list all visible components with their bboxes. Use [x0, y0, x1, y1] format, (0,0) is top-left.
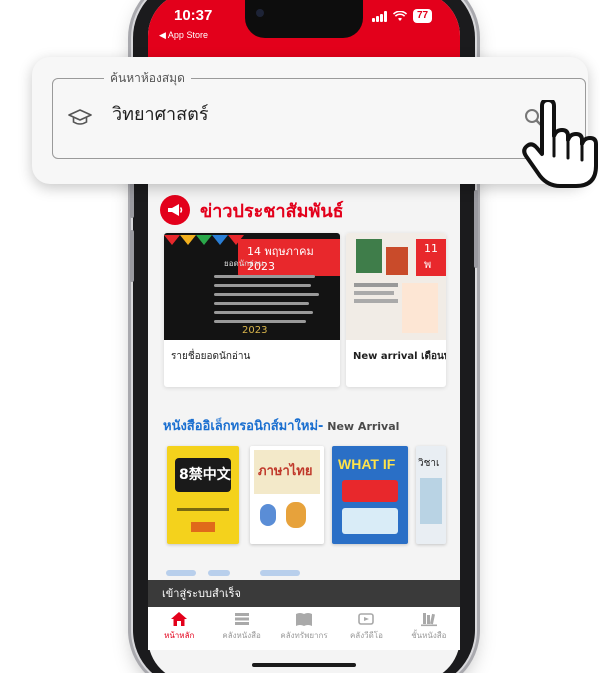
book-cover-title: 8禁中文: [179, 467, 231, 483]
date-badge: 11 พ: [416, 239, 446, 276]
book-cover[interactable]: วิชาเ: [416, 446, 446, 544]
hand-pointer-icon: [522, 100, 598, 188]
new-arrival-title-en: New Arrival: [323, 420, 400, 433]
book-thumbnail: [386, 247, 408, 275]
news-caption: New arrival เดือนพ: [353, 351, 446, 362]
signal-icon: [372, 10, 387, 22]
battery-icon: 77: [413, 9, 433, 23]
status-icons: 77: [372, 9, 433, 23]
tab-videos[interactable]: คลังวีดีโอ: [335, 607, 397, 650]
status-time: 10:37: [174, 7, 213, 24]
tab-bookshelf[interactable]: ชั้นหนังสือ: [398, 607, 460, 650]
reader-list-lines: [214, 269, 324, 329]
tab-label: คลังทรัพยากร: [280, 631, 328, 640]
megaphone-icon: [160, 195, 190, 225]
new-arrival-title: หนังสืออิเล็กทรอนิกส์มาใหม่- New Arrival: [163, 415, 399, 436]
news-caption: รายชื่อยอดนักอ่าน: [171, 351, 251, 362]
tab-label: คลังหนังสือ: [222, 631, 261, 640]
bottom-tab-bar: หน้าหลัก คลังหนังสือ คลังทรัพยากร คลังวี…: [148, 607, 460, 650]
book-cover[interactable]: WHAT IF: [332, 446, 408, 544]
news-title: ข่าวประชาสัมพันธ์: [200, 200, 344, 222]
books-icon: [234, 613, 249, 625]
book-cover-title: WHAT IF: [338, 456, 396, 472]
tab-resources[interactable]: คลังทรัพยากร: [273, 607, 335, 650]
book-cover-title: ภาษาไทย: [258, 464, 313, 479]
home-indicator: [252, 663, 356, 667]
text-line: [354, 299, 398, 303]
news-card-image: 14 พฤษภาคม 2023 ยอดนักอ่าน 2023: [164, 233, 340, 340]
text-line: [354, 291, 394, 295]
partially-hidden-section-header: [166, 570, 300, 576]
news-card[interactable]: 14 พฤษภาคม 2023 ยอดนักอ่าน 2023 รายชื่อย…: [164, 233, 340, 387]
bunting-decoration: [164, 235, 244, 245]
power-button: [474, 190, 478, 268]
search-field-label: ค้นหาห้องสมุด: [104, 72, 191, 84]
open-book-icon: [296, 613, 313, 626]
news-section-header: ข่าวประชาสัมพันธ์: [160, 195, 344, 225]
tab-book-library[interactable]: คลังหนังสือ: [210, 607, 272, 650]
wifi-icon: [393, 10, 407, 21]
text-line: [354, 283, 398, 287]
book-cover[interactable]: 8禁中文: [167, 446, 239, 544]
video-icon: [358, 613, 375, 625]
bookshelf-icon: [420, 613, 437, 627]
new-arrival-title-th: หนังสืออิเล็กทรอนิกส์มาใหม่-: [163, 419, 324, 434]
notch: [245, 0, 363, 38]
home-icon: [171, 612, 188, 626]
camera: [256, 9, 264, 17]
tab-home[interactable]: หน้าหลัก: [148, 607, 210, 650]
login-success-toast: เข้าสู่ระบบสำเร็จ: [148, 580, 460, 607]
book-thumbnail: [356, 239, 382, 273]
book-cover-title: วิชาเ: [418, 458, 440, 469]
news-card-image: 11 พ: [346, 233, 446, 340]
tab-label: คลังวีดีโอ: [349, 631, 383, 640]
board-year: 2023: [242, 325, 268, 336]
search-input-value: วิทยาศาสตร์: [112, 104, 209, 125]
graduation-cap-icon: [68, 109, 92, 125]
tab-label: หน้าหลัก: [164, 631, 195, 640]
text-panel: [402, 283, 438, 333]
book-cover[interactable]: ภาษาไทย: [250, 446, 324, 544]
news-card[interactable]: 11 พ New arrival เดือนพ: [346, 233, 446, 387]
back-to-app-store-link[interactable]: ◀ App Store: [159, 30, 208, 41]
volume-down-button: [130, 230, 134, 282]
tab-label: ชั้นหนังสือ: [411, 631, 447, 640]
